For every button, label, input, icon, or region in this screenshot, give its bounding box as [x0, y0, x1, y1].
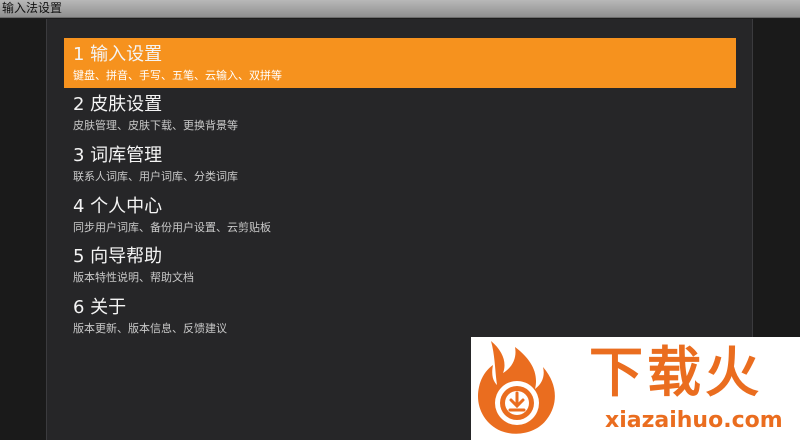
watermark: 下载火 xiazaihuo.com — [471, 337, 800, 440]
ime-settings-screen: 输入法设置 1 输入设置 键盘、拼音、手写、五笔、云输入、双拼等 2 皮肤设置 … — [0, 0, 800, 440]
menu-item-title: 5 向导帮助 — [73, 246, 163, 267]
left-margin — [0, 19, 46, 440]
menu-item-skin-settings[interactable]: 2 皮肤设置 皮肤管理、皮肤下载、更换背景等 — [64, 88, 736, 138]
menu-item-title: 1 输入设置 — [73, 44, 163, 65]
menu-item-title: 6 关于 — [73, 297, 127, 318]
menu-item-input-settings[interactable]: 1 输入设置 键盘、拼音、手写、五笔、云输入、双拼等 — [64, 38, 736, 88]
title-bar: 输入法设置 — [0, 0, 800, 18]
menu-item-personal-center[interactable]: 4 个人中心 同步用户词库、备份用户设置、云剪贴板 — [64, 190, 736, 240]
flame-download-icon — [477, 341, 555, 434]
menu-item-title: 3 词库管理 — [73, 145, 163, 166]
menu-item-subtitle: 版本更新、版本信息、反馈建议 — [73, 322, 227, 335]
watermark-brand-cn: 下载火 — [589, 341, 763, 404]
menu-item-subtitle: 同步用户词库、备份用户设置、云剪贴板 — [73, 221, 271, 234]
menu-item-title: 2 皮肤设置 — [73, 94, 163, 115]
menu-item-title: 4 个人中心 — [73, 196, 163, 217]
menu-item-subtitle: 版本特性说明、帮助文档 — [73, 271, 194, 284]
menu-item-guide-help[interactable]: 5 向导帮助 版本特性说明、帮助文档 — [64, 240, 736, 290]
menu-item-subtitle: 皮肤管理、皮肤下载、更换背景等 — [73, 119, 238, 132]
watermark-brand-en: xiazaihuo.com — [605, 408, 783, 433]
window-title: 输入法设置 — [2, 1, 63, 15]
menu-item-subtitle: 联系人词库、用户词库、分类词库 — [73, 170, 238, 183]
menu-item-subtitle: 键盘、拼音、手写、五笔、云输入、双拼等 — [73, 69, 282, 82]
menu-item-dictionary[interactable]: 3 词库管理 联系人词库、用户词库、分类词库 — [64, 139, 736, 189]
menu-item-about[interactable]: 6 关于 版本更新、版本信息、反馈建议 — [64, 291, 736, 341]
